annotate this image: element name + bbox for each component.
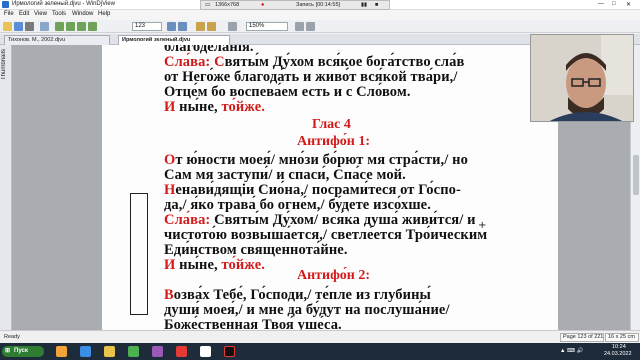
app-icon [2, 1, 9, 8]
windjview-taskbar-icon[interactable] [200, 346, 211, 357]
thumbnails-label: Thumbnails [1, 49, 7, 81]
document-page: Глас 4 Антифо́н 1: Антифо́н 2: благоде́л… [102, 45, 558, 330]
rubric-text: В [164, 287, 174, 303]
text-segment: Отце́м бо воспева́ем есть и с Сло́вом. [164, 84, 411, 100]
status-page-info: Page 123 of 221 [560, 333, 604, 342]
clock-time: 10:24 [612, 344, 626, 350]
file-explorer-icon[interactable] [104, 346, 115, 357]
recorder-pause-icon[interactable]: ▮▮ [361, 2, 367, 8]
rubric-text: Сла́ва: [164, 212, 215, 228]
menu-help[interactable]: Help [98, 11, 110, 17]
next-page-icon[interactable] [77, 22, 86, 31]
record-taskbar-icon[interactable] [224, 346, 235, 357]
tab-irmologiy[interactable]: Ирмологий зеленый.djvu [118, 35, 230, 45]
screen-icon: ▭ [205, 2, 211, 8]
recorder-stop-icon[interactable]: ■ [375, 2, 378, 8]
window-title: Ирмологий зеленый.djvu - WinDjView [12, 1, 115, 7]
menu-edit[interactable]: Edit [19, 11, 29, 17]
recorder-toolbar: ▭ 1366x768 ● Запись [00:14:55] ▮▮ ■ [200, 0, 390, 10]
rubric-text: О [164, 152, 176, 168]
firefox-icon[interactable] [56, 346, 67, 357]
rubric-text: И [164, 257, 180, 273]
rubric-text: то́йже. [221, 99, 265, 115]
text-line: Боже́ственная Твоя́ уше́са. [164, 317, 342, 330]
text-line: И ны́не, то́йже. [164, 257, 265, 274]
text-segment: да,/ я́ко трава́ бо огне́м,/ бу́дете изс… [164, 197, 431, 213]
glas-heading: Глас 4 [312, 117, 351, 132]
status-bar: Ready Page 123 of 221 16 x 25 cm [0, 330, 640, 343]
text-segment: души́ моея́,/ и мне да бу́дут на послуша… [164, 302, 450, 318]
text-segment: Святы́м Ду́хом/ вся́ка душа́ живи́тся/ и [214, 212, 476, 228]
first-page-icon[interactable] [55, 22, 64, 31]
rubric-text: Сла́ва: [164, 54, 215, 70]
start-button[interactable]: ⊞ Пуск [2, 346, 44, 357]
text-segment: Боже́ственная Твоя́ уше́са. [164, 317, 342, 330]
zoom-out-icon[interactable] [207, 22, 216, 31]
open-folder-icon[interactable] [3, 22, 12, 31]
scrollbar-thumb[interactable] [633, 155, 639, 195]
text-segment: озва́х Тебе́, Го́споди,/ те́пле из глуби… [173, 287, 431, 303]
text-segment: енави́дящiи Сио́на,/ посрами́тeся от Го́… [175, 182, 461, 198]
antiphon-2-heading: Антифо́н 2: [297, 268, 371, 283]
save-icon[interactable] [14, 22, 23, 31]
windjview-window: Ирмологий зеленый.djvu - WinDjView — □ ✕… [0, 0, 640, 343]
windows-taskbar: ⊞ Пуск ▲ ⌨ 🔊 10:24 24.03.2022 [0, 343, 640, 360]
media-player-icon[interactable] [152, 346, 163, 357]
presenter-video [531, 35, 633, 121]
zoom-select[interactable]: 150% [246, 22, 288, 31]
zoom-in-icon[interactable] [196, 22, 205, 31]
status-ready: Ready [4, 334, 20, 340]
recorder-status: Запись [00:14:55] [296, 2, 341, 8]
windows-logo-icon: ⊞ [5, 348, 11, 354]
mouse-cursor-icon: + [478, 220, 487, 231]
thumbnails-panel[interactable]: Thumbnails [0, 45, 12, 330]
menu-file[interactable]: File [4, 11, 14, 17]
start-label: Пуск [14, 348, 28, 354]
internet-explorer-icon[interactable] [80, 346, 91, 357]
chrome-icon[interactable] [128, 346, 139, 357]
text-segment: т ю́ности моея́/ мно́зи бо́рют мя стра́с… [175, 152, 468, 168]
page-number-input[interactable]: 123 [132, 22, 162, 31]
menu-tools[interactable]: Tools [52, 11, 66, 17]
close-button[interactable]: ✕ [626, 1, 631, 8]
clock-date: 24.03.2022 [604, 351, 632, 357]
text-segment: ны́не, [179, 257, 222, 273]
menu-view[interactable]: View [34, 11, 47, 17]
toolbar: 123 150% [0, 20, 640, 33]
tray-icons[interactable]: ▲ ⌨ 🔊 [560, 348, 583, 354]
back-icon[interactable] [167, 22, 176, 31]
status-size-info: 16 x 25 cm [605, 333, 639, 342]
text-segment: вяты́м Ду́хом вся́кое бога́тство сла́в [224, 54, 465, 70]
antiphon-1-heading: Антифо́н 1: [297, 134, 371, 149]
rubric-text: Н [164, 182, 176, 198]
find-icon[interactable] [40, 22, 49, 31]
prev-page-icon[interactable] [66, 22, 75, 31]
rotate-left-icon[interactable] [295, 22, 304, 31]
menu-bar: File Edit View Tools Window Help [0, 10, 640, 20]
recorder-resolution: 1366x768 [215, 2, 240, 8]
text-segment: Еди́нством священнота́йне. [164, 242, 348, 258]
last-page-icon[interactable] [88, 22, 97, 31]
menu-window[interactable]: Window [72, 11, 93, 17]
text-segment: чистото́ю возвыша́ется,/ светле́ется Тро… [164, 227, 488, 243]
rubric-text: И [164, 99, 180, 115]
text-segment: от Него́же благода́ть и живо́т вся́кой т… [164, 69, 458, 85]
tab-tikhonov[interactable]: Тихонов. М., 2002.djvu [4, 35, 110, 45]
record-dot-icon: ● [261, 2, 265, 8]
rubric-text: С [214, 54, 225, 70]
forward-icon[interactable] [178, 22, 187, 31]
text-line: И ны́не, то́йже. [164, 99, 265, 116]
annotation-rectangle [130, 193, 148, 315]
rotate-right-icon[interactable] [306, 22, 315, 31]
minimize-button[interactable]: — [598, 1, 604, 7]
text-segment: ны́не, [179, 99, 222, 115]
fit-page-icon[interactable] [228, 22, 237, 31]
rubric-text: то́йже. [221, 257, 265, 273]
text-segment: Сам мя заступи́/ и спаси́, Спа́се мой. [164, 167, 406, 183]
maximize-button[interactable]: □ [612, 1, 616, 7]
print-icon[interactable] [25, 22, 34, 31]
recorder-app-icon[interactable] [176, 346, 187, 357]
webcam-overlay [530, 34, 634, 122]
